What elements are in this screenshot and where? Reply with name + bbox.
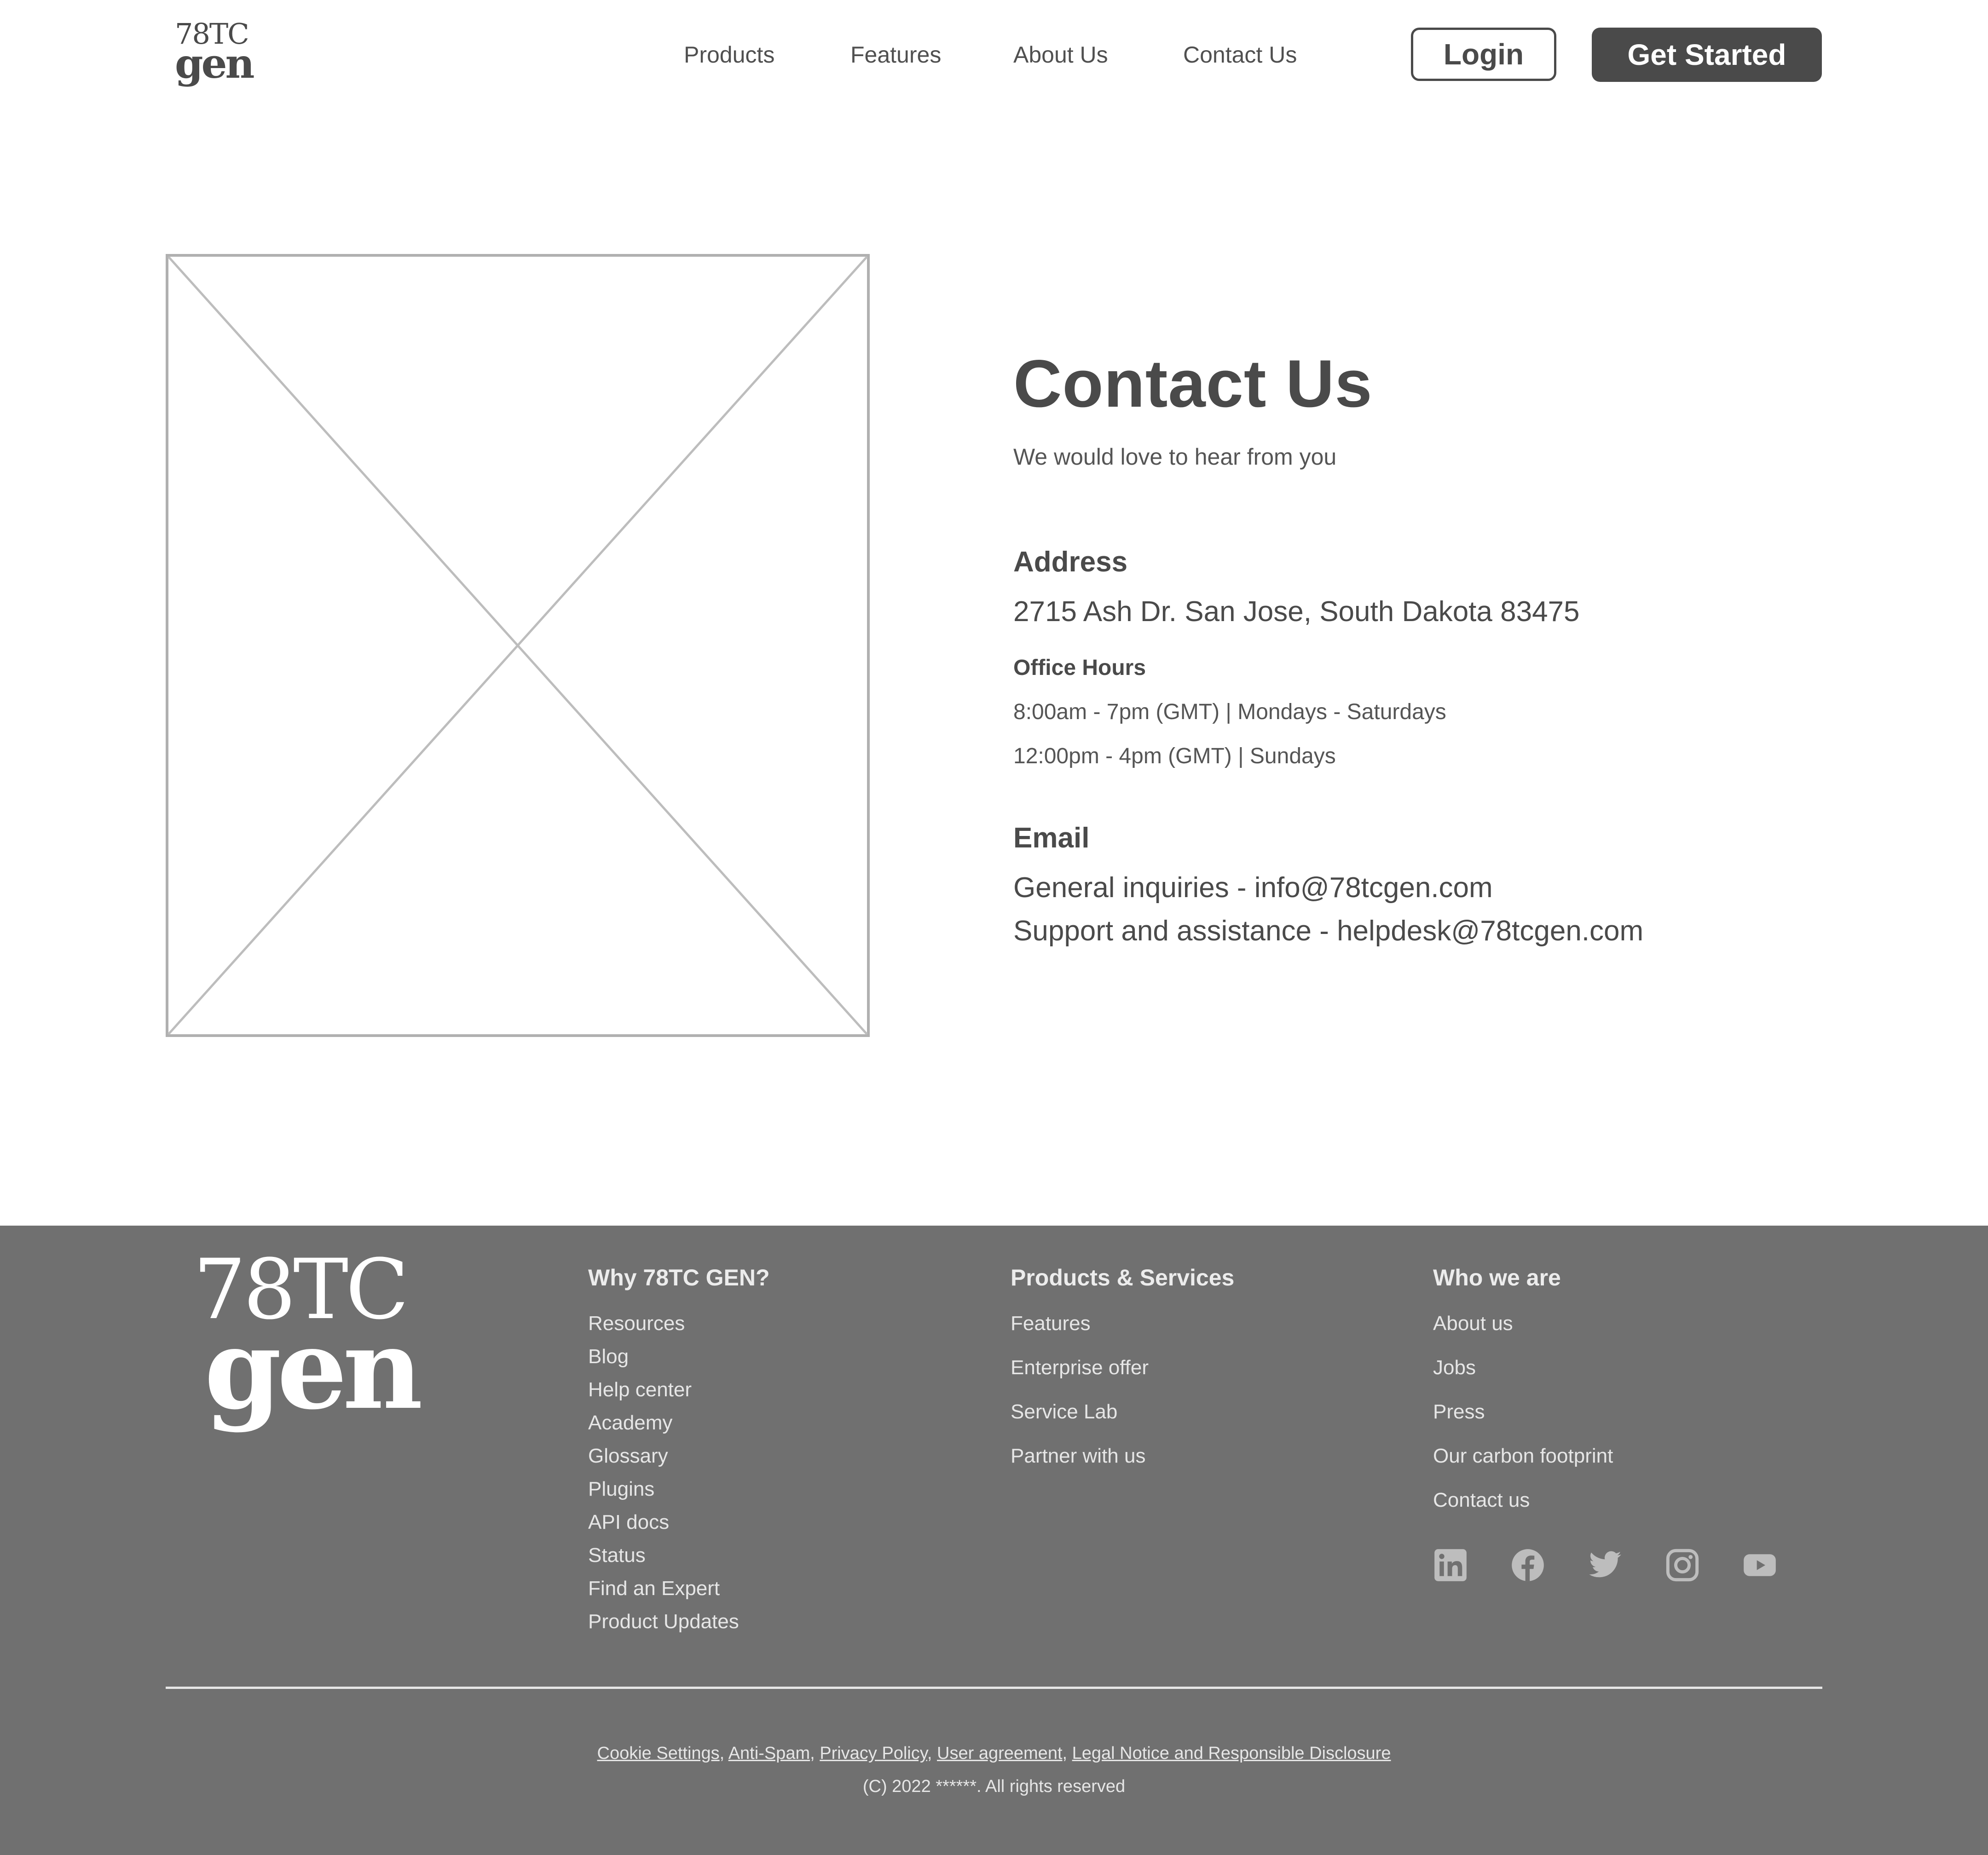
user-agreement-link[interactable]: User agreement [937,1744,1062,1763]
footer-divider [166,1687,1822,1689]
image-placeholder [166,254,870,1037]
footer-heading-why: Why 78TC GEN? [588,1265,770,1290]
email-general[interactable]: General inquiries - info@78tcgen.com [1013,871,1493,904]
footer-logo[interactable]: 78TC gen [193,1249,423,1434]
footer-link-jobs[interactable]: Jobs [1433,1356,1476,1379]
footer-heading-who: Who we are [1433,1265,1561,1290]
office-hours-heading: Office Hours [1013,656,1146,680]
legal-notice-link[interactable]: Legal Notice and Responsible Disclosure [1072,1744,1391,1763]
youtube-icon[interactable] [1742,1548,1777,1583]
footer-link-help-center[interactable]: Help center [588,1378,692,1401]
footer-link-press[interactable]: Press [1433,1400,1485,1423]
footer-link-resources[interactable]: Resources [588,1312,685,1335]
header-logo-line2: gen [175,39,255,87]
nav-contact-us[interactable]: Contact Us [1183,41,1297,68]
linkedin-icon[interactable] [1433,1548,1468,1583]
footer-link-plugins[interactable]: Plugins [588,1478,654,1501]
legal-links: Cookie Settings, Anti-Spam, Privacy Poli… [0,1744,1988,1763]
footer-link-about-us[interactable]: About us [1433,1312,1513,1335]
header-logo[interactable]: 78TC gen [175,20,255,87]
address-text: 2715 Ash Dr. San Jose, South Dakota 8347… [1013,596,1580,628]
email-heading: Email [1013,822,1090,854]
footer-link-contact-us[interactable]: Contact us [1433,1489,1530,1512]
page-subtitle: We would love to hear from you [1013,444,1337,470]
footer-link-service-lab[interactable]: Service Lab [1011,1400,1117,1423]
footer-link-glossary[interactable]: Glossary [588,1445,668,1468]
copyright-text: (C) 2022 ******. All rights reserved [862,1777,1126,1796]
cookie-settings-link[interactable]: Cookie Settings [597,1744,720,1763]
login-button[interactable]: Login [1411,28,1556,81]
footer-link-blog[interactable]: Blog [588,1345,629,1368]
footer-link-status[interactable]: Status [588,1544,646,1567]
nav-features[interactable]: Features [850,41,941,68]
footer-link-enterprise[interactable]: Enterprise offer [1011,1356,1149,1379]
legal-separator: , [1062,1744,1072,1763]
footer-logo-line2: gen [204,1304,423,1434]
privacy-policy-link[interactable]: Privacy Policy [820,1744,927,1763]
legal-separator: , [719,1744,728,1763]
page-title: Contact Us [1013,346,1373,421]
office-hours-weekdays: 8:00am - 7pm (GMT) | Mondays - Saturdays [1013,700,1446,724]
nav-products[interactable]: Products [684,41,774,68]
address-heading: Address [1013,546,1128,578]
email-support[interactable]: Support and assistance - helpdesk@78tcge… [1013,915,1643,947]
footer-link-api-docs[interactable]: API docs [588,1511,669,1534]
footer-link-carbon[interactable]: Our carbon footprint [1433,1445,1613,1468]
footer-link-product-updates[interactable]: Product Updates [588,1610,739,1633]
facebook-icon[interactable] [1510,1548,1545,1583]
footer-link-partner[interactable]: Partner with us [1011,1445,1145,1468]
legal-separator: , [927,1744,937,1763]
footer-heading-products: Products & Services [1011,1265,1235,1290]
twitter-icon[interactable] [1588,1548,1623,1583]
footer-link-academy[interactable]: Academy [588,1411,672,1434]
legal-separator: , [810,1744,820,1763]
nav-about-us[interactable]: About Us [1013,41,1108,68]
anti-spam-link[interactable]: Anti-Spam [728,1744,810,1763]
office-hours-sundays: 12:00pm - 4pm (GMT) | Sundays [1013,744,1336,768]
instagram-icon[interactable] [1665,1548,1700,1583]
footer-link-find-expert[interactable]: Find an Expert [588,1577,720,1600]
footer-link-features[interactable]: Features [1011,1312,1091,1335]
get-started-button[interactable]: Get Started [1592,28,1822,82]
